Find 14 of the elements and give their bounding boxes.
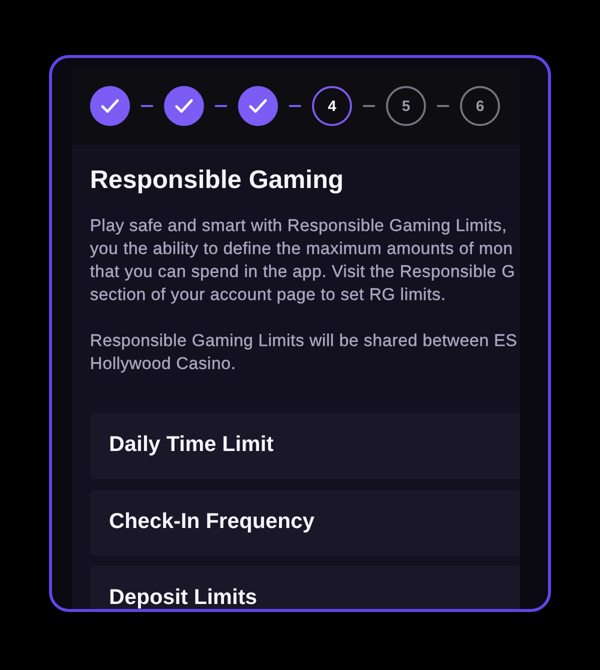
step-indicator: 5 bbox=[386, 86, 426, 126]
step-connector bbox=[141, 105, 153, 107]
step-connector bbox=[289, 105, 301, 107]
limit-option-button[interactable]: Daily Time Limit bbox=[90, 413, 520, 479]
step-connector bbox=[215, 105, 227, 107]
description-text: Responsible Gaming Limits will be shared between ES Hollywood Casino. bbox=[90, 330, 518, 374]
step-indicator: 4 bbox=[312, 86, 352, 126]
step-indicator: 6 bbox=[460, 86, 500, 126]
description-text: Play safe and smart with Responsible Gaming Limits, you the ability to define the maximum amounts of mon that you can spend in the app. Visit the Responsible G section of your account page to set RG limits. bbox=[90, 214, 516, 306]
step-connector bbox=[363, 105, 375, 107]
step-connector bbox=[437, 105, 449, 107]
section-title: Responsible Gaming bbox=[90, 165, 344, 196]
limit-option-button[interactable]: Check-In Frequency bbox=[90, 490, 520, 556]
limit-option-button[interactable]: Deposit Limits bbox=[90, 566, 520, 609]
